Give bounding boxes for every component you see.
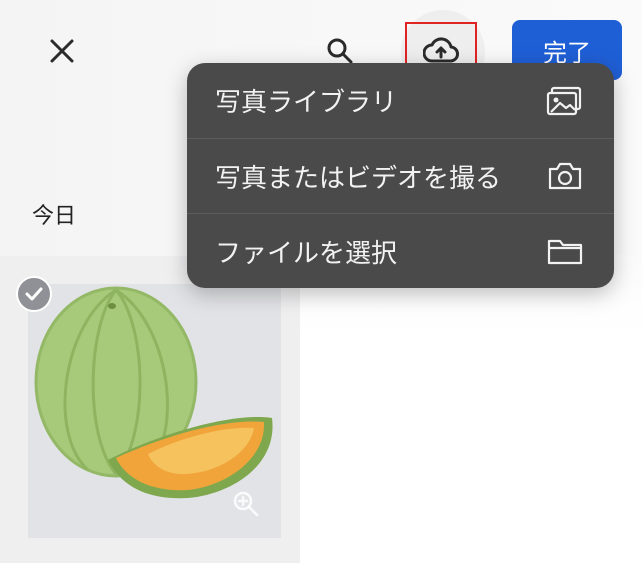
menu-item-label: 写真ライブラリ bbox=[215, 88, 398, 118]
upload-menu: 写真ライブラリ 写真またはビデオを撮る ファイルを選択 bbox=[187, 63, 614, 288]
close-icon bbox=[50, 39, 74, 63]
camera-icon bbox=[546, 161, 584, 191]
close-button[interactable] bbox=[46, 35, 78, 67]
search-icon bbox=[327, 38, 353, 64]
empty-area bbox=[300, 255, 642, 563]
checkmark-icon bbox=[25, 287, 43, 301]
folder-icon bbox=[546, 236, 584, 266]
menu-item-choose-file[interactable]: ファイルを選択 bbox=[187, 213, 614, 288]
menu-item-photo-library[interactable]: 写真ライブラリ bbox=[187, 63, 614, 138]
zoom-in-icon bbox=[233, 491, 259, 517]
photo-library-icon bbox=[546, 86, 584, 116]
menu-item-label: 写真またはビデオを撮る bbox=[215, 163, 502, 194]
section-title-today: 今日 bbox=[32, 204, 77, 229]
zoom-button[interactable] bbox=[228, 486, 264, 522]
menu-item-take-photo-video[interactable]: 写真またはビデオを撮る bbox=[187, 138, 614, 213]
menu-item-label: ファイルを選択 bbox=[215, 238, 398, 269]
selected-check-badge[interactable] bbox=[16, 276, 52, 312]
